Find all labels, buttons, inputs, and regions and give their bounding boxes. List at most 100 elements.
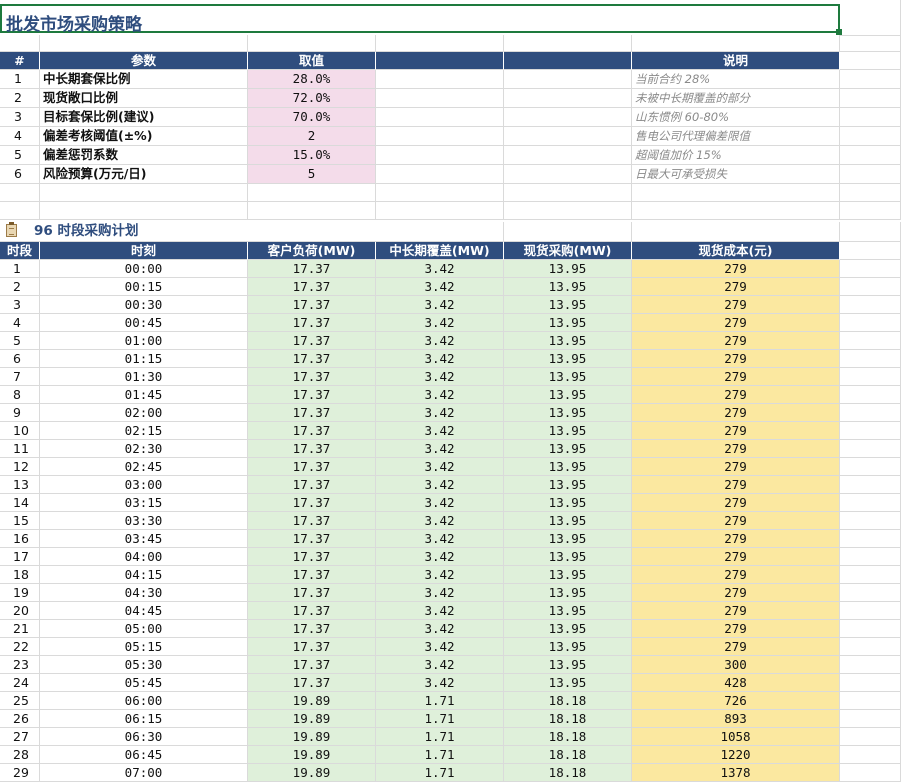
- grid-cell[interactable]: [840, 202, 901, 220]
- cost-cell[interactable]: 1220: [632, 746, 840, 764]
- spot-cell[interactable]: 13.95: [504, 674, 632, 692]
- longterm-cell[interactable]: 3.42: [376, 332, 504, 350]
- grid-cell[interactable]: [248, 202, 376, 220]
- param-note[interactable]: 超阈值加价 15%: [632, 146, 840, 165]
- longterm-cell[interactable]: 3.42: [376, 260, 504, 278]
- grid-cell[interactable]: [840, 89, 901, 108]
- grid-cell[interactable]: [840, 146, 901, 165]
- longterm-cell[interactable]: 3.42: [376, 422, 504, 440]
- slot-cell[interactable]: 6: [0, 350, 40, 368]
- grid-cell[interactable]: [0, 184, 40, 202]
- params-header-name[interactable]: 参数: [40, 52, 248, 70]
- grid-cell[interactable]: [504, 165, 632, 184]
- load-cell[interactable]: 17.37: [248, 674, 376, 692]
- load-cell[interactable]: 17.37: [248, 566, 376, 584]
- longterm-cell[interactable]: 3.42: [376, 656, 504, 674]
- load-cell[interactable]: 17.37: [248, 512, 376, 530]
- longterm-cell[interactable]: 1.71: [376, 692, 504, 710]
- param-name[interactable]: 现货敞口比例: [40, 89, 248, 108]
- grid-cell[interactable]: [376, 127, 504, 146]
- param-note[interactable]: 当前合约 28%: [632, 70, 840, 89]
- param-name[interactable]: 中长期套保比例: [40, 70, 248, 89]
- load-cell[interactable]: 17.37: [248, 350, 376, 368]
- params-header-index[interactable]: #: [0, 52, 40, 70]
- plan-header-spot[interactable]: 现货采购(MW): [504, 242, 632, 260]
- grid-cell[interactable]: [840, 674, 901, 692]
- cost-cell[interactable]: 279: [632, 440, 840, 458]
- spot-cell[interactable]: 18.18: [504, 764, 632, 782]
- param-note[interactable]: 未被中长期覆盖的部分: [632, 89, 840, 108]
- longterm-cell[interactable]: 3.42: [376, 620, 504, 638]
- grid-cell[interactable]: [248, 35, 376, 52]
- grid-cell[interactable]: [632, 202, 840, 220]
- time-cell[interactable]: 06:00: [40, 692, 248, 710]
- param-value[interactable]: 70.0%: [248, 108, 376, 127]
- grid-cell[interactable]: [840, 710, 901, 728]
- param-name[interactable]: 偏差惩罚系数: [40, 146, 248, 165]
- load-cell[interactable]: 17.37: [248, 404, 376, 422]
- slot-cell[interactable]: 5: [0, 332, 40, 350]
- time-cell[interactable]: 03:45: [40, 530, 248, 548]
- cost-cell[interactable]: 428: [632, 674, 840, 692]
- grid-cell[interactable]: [840, 314, 901, 332]
- load-cell[interactable]: 19.89: [248, 728, 376, 746]
- grid-cell[interactable]: [40, 35, 248, 52]
- param-note[interactable]: 日最大可承受损失: [632, 165, 840, 184]
- cost-cell[interactable]: 279: [632, 476, 840, 494]
- grid-cell[interactable]: [840, 350, 901, 368]
- spot-cell[interactable]: 18.18: [504, 692, 632, 710]
- param-value[interactable]: 15.0%: [248, 146, 376, 165]
- longterm-cell[interactable]: 3.42: [376, 602, 504, 620]
- grid-cell[interactable]: [0, 35, 40, 52]
- spot-cell[interactable]: 13.95: [504, 350, 632, 368]
- grid-cell[interactable]: [840, 422, 901, 440]
- grid-cell[interactable]: [376, 202, 504, 220]
- longterm-cell[interactable]: 3.42: [376, 512, 504, 530]
- longterm-cell[interactable]: 3.42: [376, 386, 504, 404]
- slot-cell[interactable]: 18: [0, 566, 40, 584]
- cost-cell[interactable]: 300: [632, 656, 840, 674]
- time-cell[interactable]: 02:00: [40, 404, 248, 422]
- grid-cell[interactable]: [248, 184, 376, 202]
- spot-cell[interactable]: 18.18: [504, 710, 632, 728]
- grid-cell[interactable]: [840, 222, 901, 242]
- slot-cell[interactable]: 22: [0, 638, 40, 656]
- param-name[interactable]: 目标套保比例(建议): [40, 108, 248, 127]
- load-cell[interactable]: 17.37: [248, 260, 376, 278]
- grid-cell[interactable]: [840, 638, 901, 656]
- spot-cell[interactable]: 13.95: [504, 512, 632, 530]
- time-cell[interactable]: 01:30: [40, 368, 248, 386]
- longterm-cell[interactable]: 3.42: [376, 350, 504, 368]
- grid-cell[interactable]: [0, 202, 40, 220]
- grid-cell[interactable]: [40, 202, 248, 220]
- longterm-cell[interactable]: 3.42: [376, 296, 504, 314]
- spot-cell[interactable]: 13.95: [504, 440, 632, 458]
- longterm-cell[interactable]: 1.71: [376, 764, 504, 782]
- param-note[interactable]: 售电公司代理偏差限值: [632, 127, 840, 146]
- longterm-cell[interactable]: 1.71: [376, 728, 504, 746]
- load-cell[interactable]: 17.37: [248, 296, 376, 314]
- slot-cell[interactable]: 27: [0, 728, 40, 746]
- longterm-cell[interactable]: 3.42: [376, 314, 504, 332]
- longterm-cell[interactable]: 3.42: [376, 566, 504, 584]
- time-cell[interactable]: 02:30: [40, 440, 248, 458]
- slot-cell[interactable]: 24: [0, 674, 40, 692]
- time-cell[interactable]: 05:00: [40, 620, 248, 638]
- spot-cell[interactable]: 13.95: [504, 566, 632, 584]
- grid-cell[interactable]: [40, 184, 248, 202]
- grid-cell[interactable]: [840, 260, 901, 278]
- slot-cell[interactable]: 11: [0, 440, 40, 458]
- time-cell[interactable]: 00:00: [40, 260, 248, 278]
- plan-header-slot[interactable]: 时段: [0, 242, 40, 260]
- cost-cell[interactable]: 279: [632, 350, 840, 368]
- params-header-value[interactable]: 取值: [248, 52, 376, 70]
- grid-cell[interactable]: [504, 222, 632, 242]
- param-value[interactable]: 72.0%: [248, 89, 376, 108]
- grid-cell[interactable]: [840, 368, 901, 386]
- load-cell[interactable]: 17.37: [248, 620, 376, 638]
- grid-cell[interactable]: [376, 184, 504, 202]
- spot-cell[interactable]: 13.95: [504, 638, 632, 656]
- cost-cell[interactable]: 279: [632, 422, 840, 440]
- time-cell[interactable]: 04:15: [40, 566, 248, 584]
- grid-cell[interactable]: [504, 108, 632, 127]
